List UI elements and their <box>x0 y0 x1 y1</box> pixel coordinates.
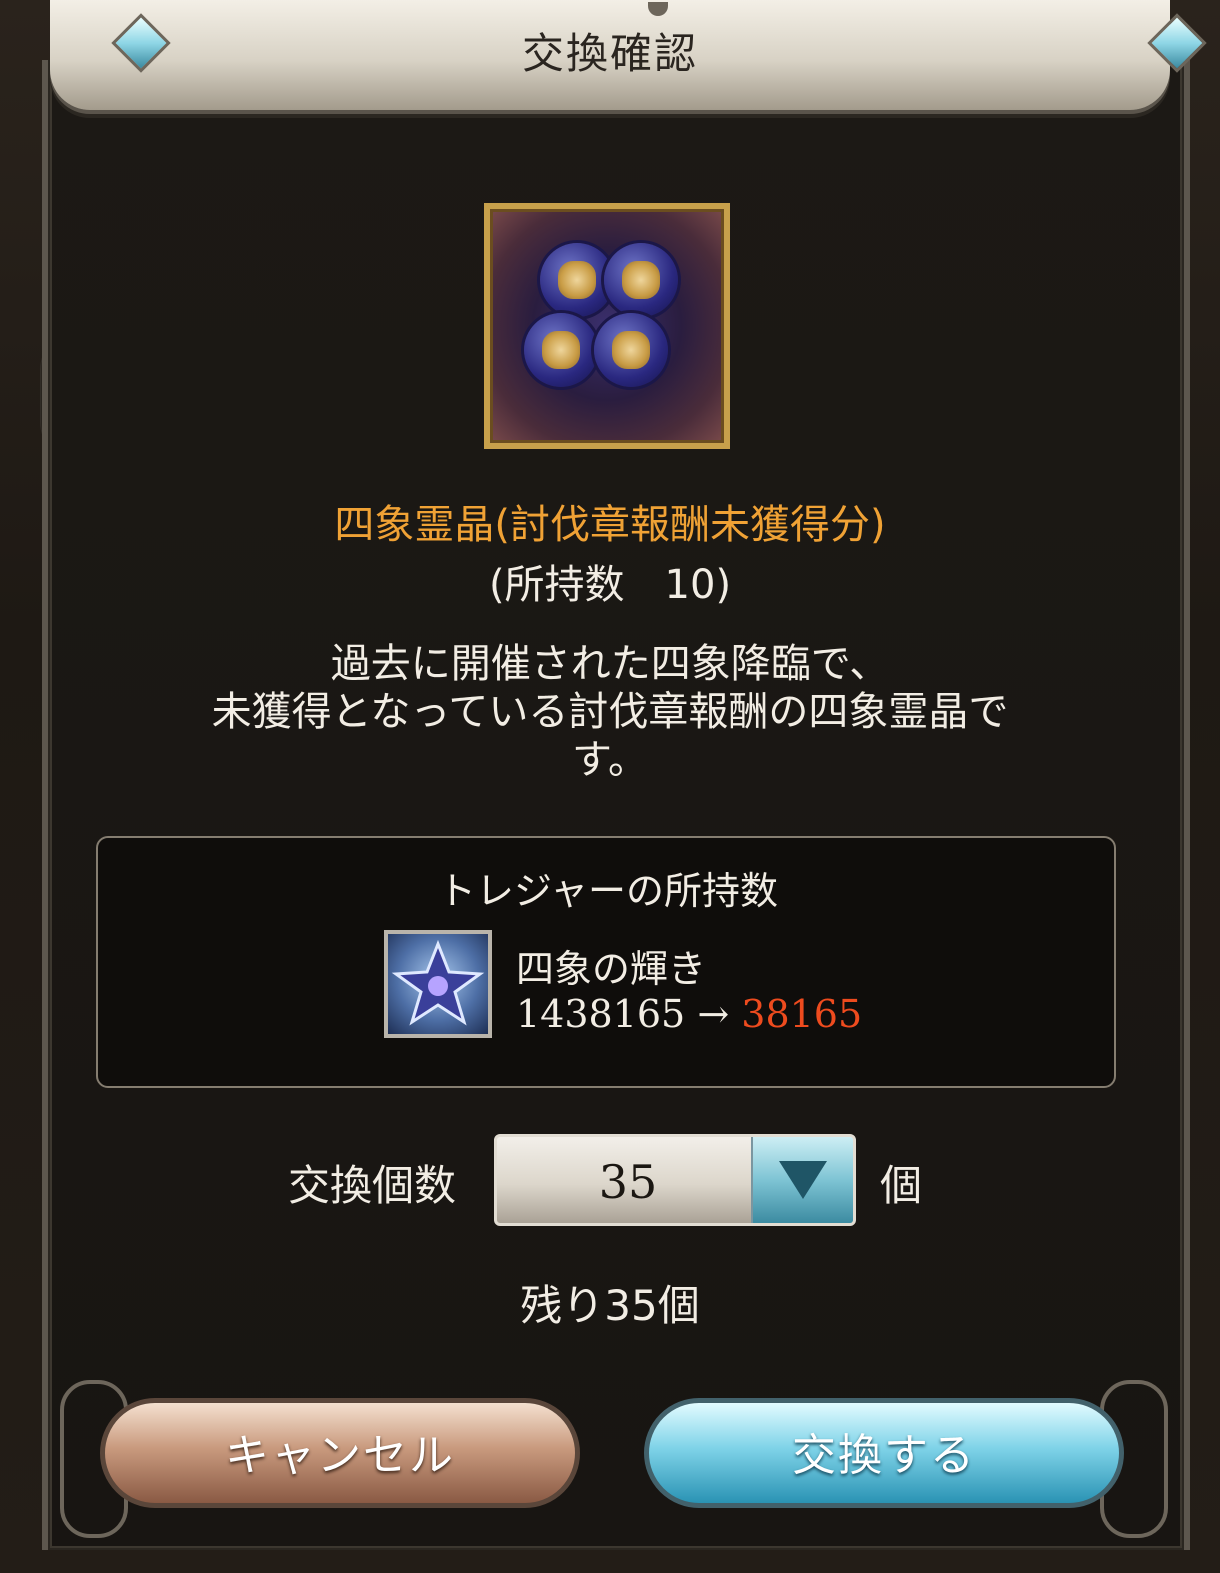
four-symbols-crystal-icon <box>484 203 730 449</box>
crystal-orb <box>524 313 598 387</box>
treasure-panel-title: トレジャーの所持数 <box>437 869 779 913</box>
dialog-title: 交換確認 <box>521 29 698 78</box>
description-line: す。 <box>572 737 648 783</box>
count-after: 38165 <box>741 992 863 1036</box>
item-description: 過去に開催された四象降臨で、 未獲得となっている討伐章報酬の四象霊晶で す。 <box>130 640 1090 784</box>
item-name: 四象霊晶(討伐章報酬未獲得分) <box>334 502 886 548</box>
quantity-unit: 個 <box>880 1161 923 1210</box>
description-line: 過去に開催された四象降臨で、 <box>330 641 890 687</box>
crystal-orb <box>594 313 668 387</box>
crystal-orb <box>604 243 678 317</box>
dropdown-arrow-icon[interactable] <box>751 1137 853 1223</box>
item-owned-count: (所持数 10) <box>488 562 732 608</box>
exchange-button[interactable]: 交換する <box>644 1398 1124 1508</box>
arrow-right-icon: → <box>697 992 730 1036</box>
quantity-label: 交換個数 <box>288 1161 457 1210</box>
remaining-count: 残り35個 <box>520 1281 700 1330</box>
dialog-header: 交換確認 <box>50 0 1207 110</box>
star-gem-icon <box>384 930 492 1038</box>
crystal-orb <box>540 243 614 317</box>
treasure-name: 四象の輝き <box>516 947 707 991</box>
quantity-select[interactable]: 35 <box>494 1134 856 1226</box>
count-before: 1438165 <box>516 992 686 1036</box>
cancel-button[interactable]: キャンセル <box>100 1398 580 1508</box>
treasure-panel: トレジャーの所持数 四象の輝き 1438165 → 38165 <box>96 836 1116 1088</box>
treasure-count: 1438165 → 38165 <box>516 992 862 1036</box>
description-line: 未獲得となっている討伐章報酬の四象霊晶で <box>211 689 1009 735</box>
quantity-value: 35 <box>598 1155 658 1209</box>
header-ornament <box>648 2 668 16</box>
